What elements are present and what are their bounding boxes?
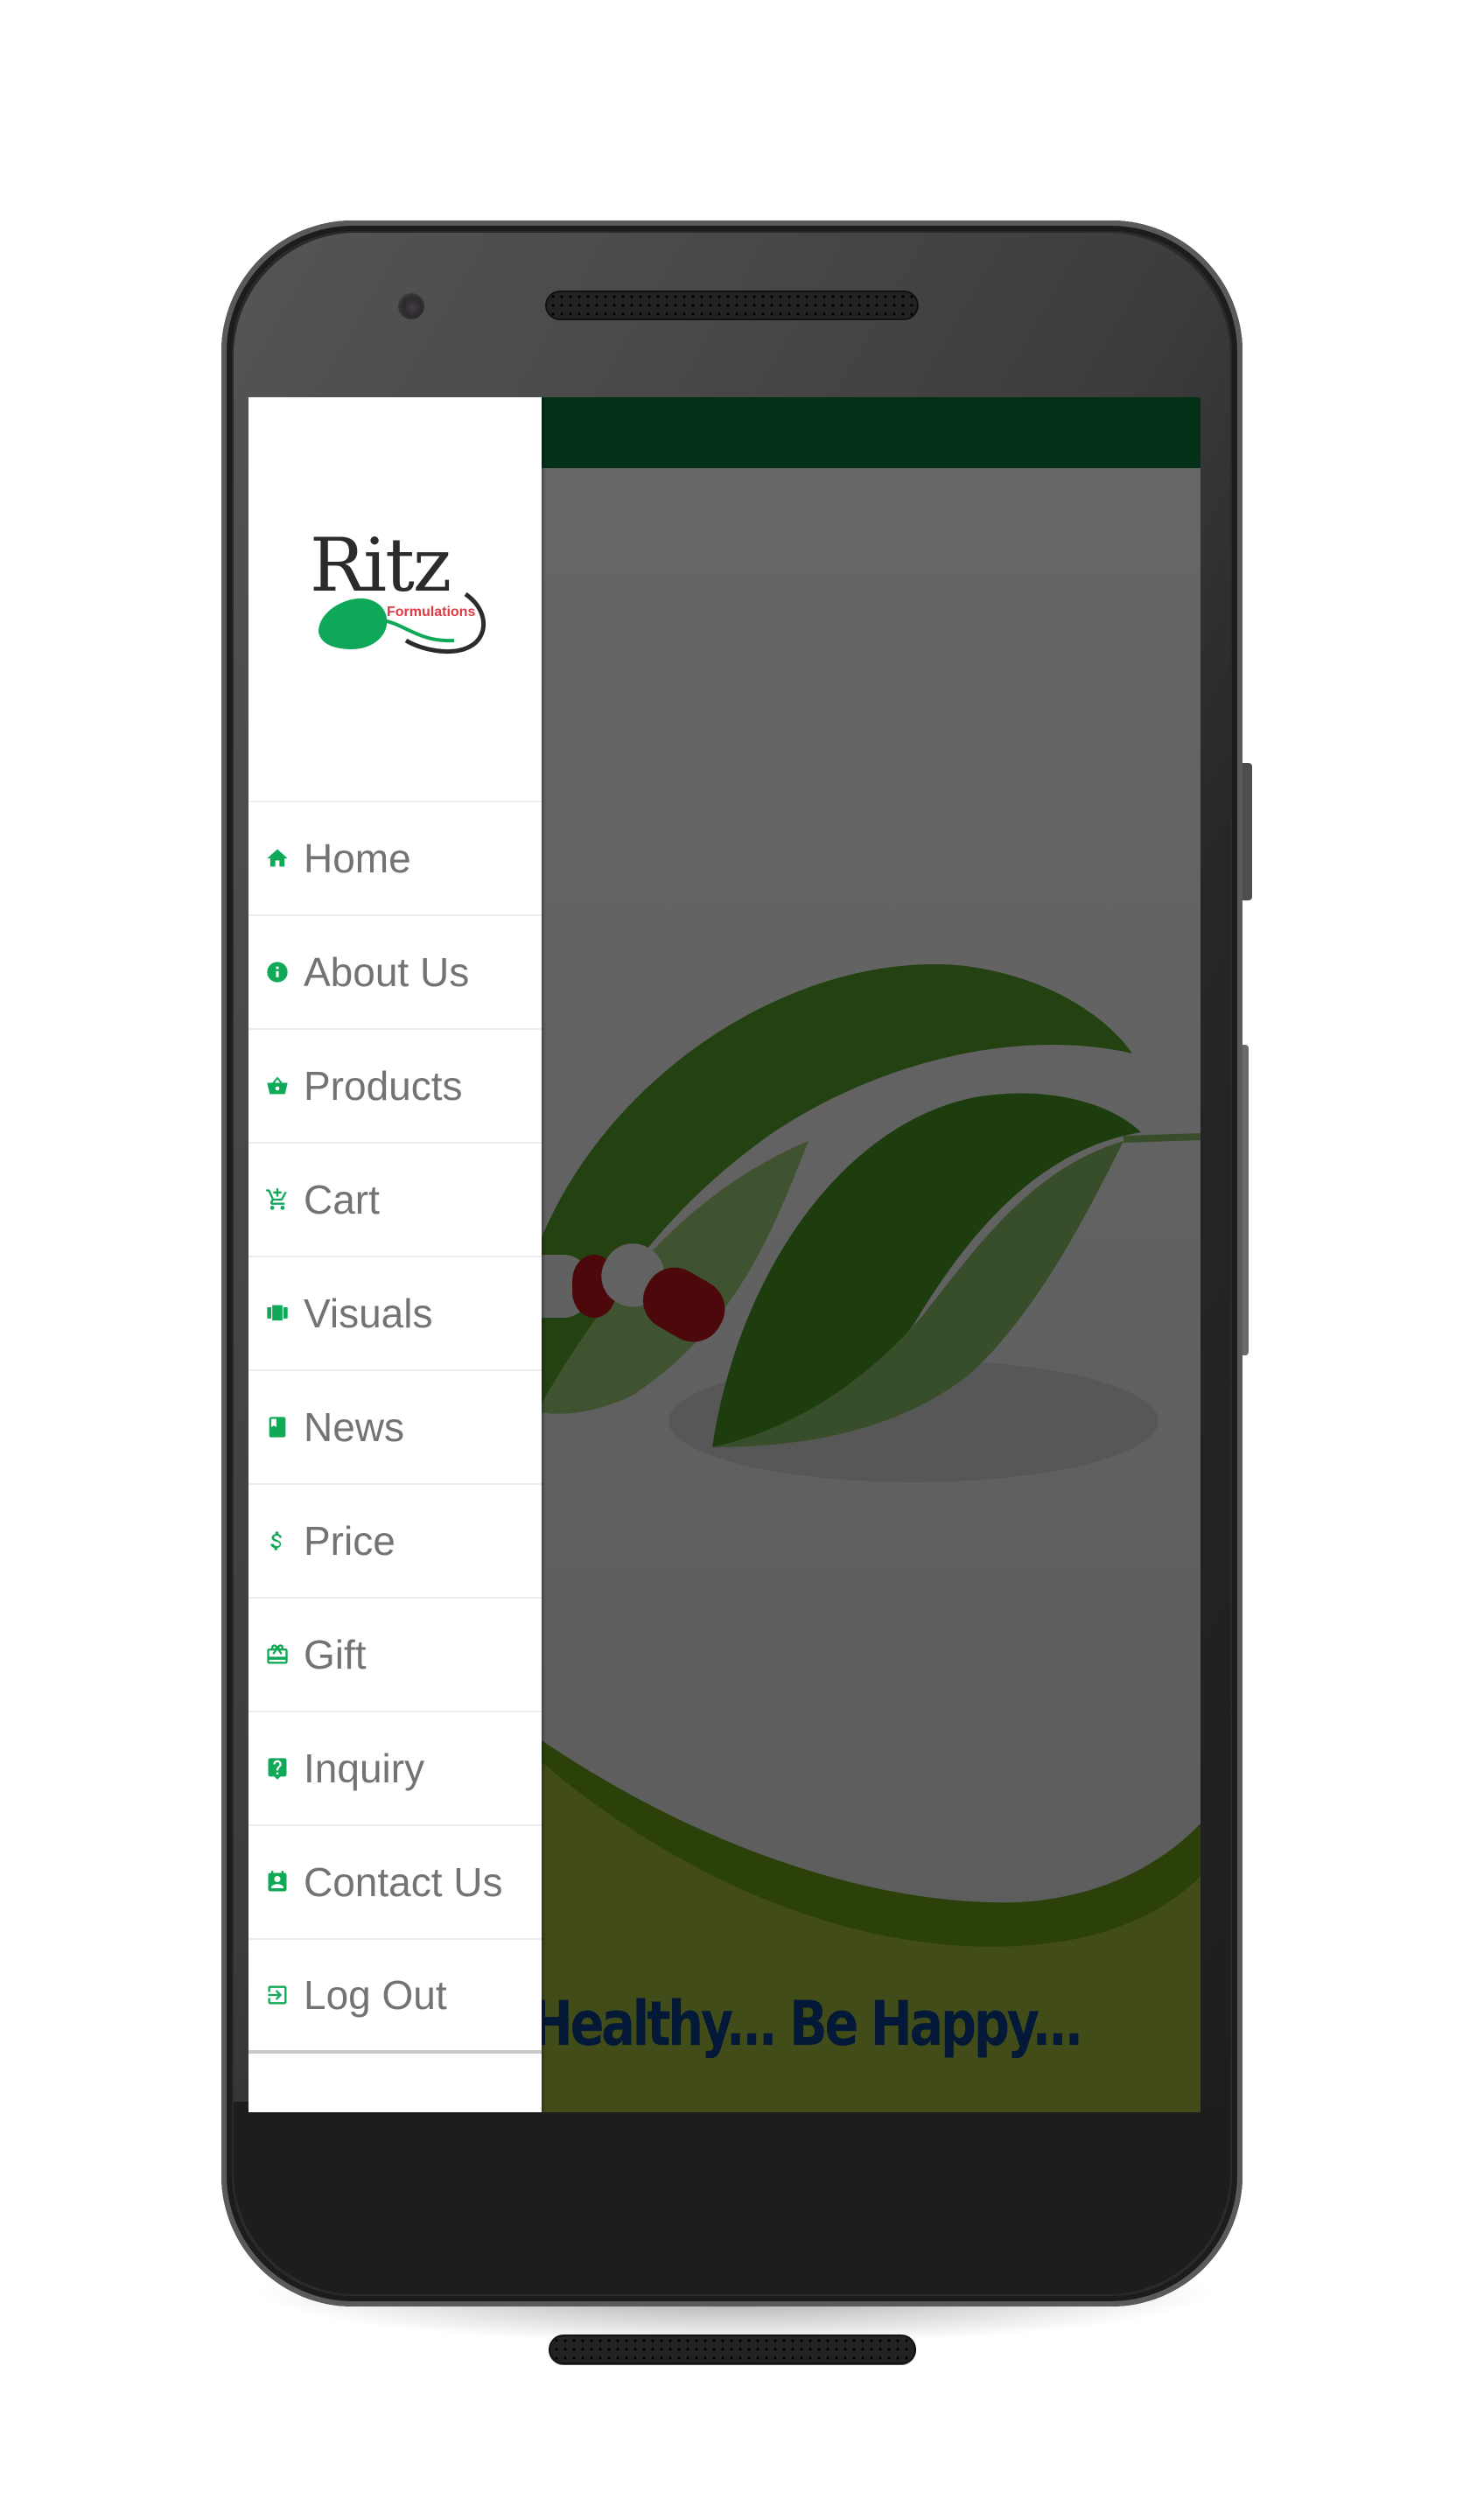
info-icon — [264, 959, 290, 985]
menu-item-label: Gift — [304, 1632, 367, 1677]
menu-item-visuals[interactable]: Visuals — [248, 1257, 542, 1371]
menu-item-products[interactable]: Products — [248, 1030, 542, 1144]
menu-item-label: News — [304, 1404, 405, 1450]
volume-rocker[interactable] — [1242, 1045, 1249, 1355]
carousel-icon — [264, 1300, 290, 1326]
bottom-speaker — [549, 2334, 916, 2364]
menu-item-label: Contact Us — [304, 1859, 503, 1905]
basket-icon — [264, 1073, 290, 1099]
menu-item-label: Price — [304, 1518, 396, 1564]
power-button[interactable] — [1242, 763, 1252, 900]
menu-item-label: Log Out — [304, 1972, 447, 2018]
gift-card-icon — [264, 1642, 290, 1668]
menu-item-cart[interactable]: Cart — [248, 1144, 542, 1257]
book-icon — [264, 1414, 290, 1440]
menu-item-label: Cart — [304, 1177, 380, 1222]
menu-item-label: Home — [304, 836, 411, 881]
menu-item-label: Inquiry — [304, 1746, 425, 1791]
earpiece-speaker — [545, 290, 919, 320]
logo-subtitle: Formulations — [387, 605, 476, 620]
logout-icon — [264, 1982, 290, 2008]
navigation-drawer: Ritz Formulations Home About Us Products… — [248, 397, 542, 2112]
menu-item-log-out[interactable]: Log Out — [248, 1940, 542, 2054]
menu-item-label: Products — [304, 1063, 463, 1109]
cart-add-icon — [264, 1186, 290, 1213]
menu-item-gift[interactable]: Gift — [248, 1599, 542, 1712]
logo-title: Ritz — [310, 522, 452, 608]
drawer-menu: Home About Us Products Cart Visuals News… — [248, 801, 542, 2054]
menu-item-about-us[interactable]: About Us — [248, 916, 542, 1030]
ritz-logo: Ritz Formulations — [310, 528, 494, 660]
menu-item-label: Visuals — [304, 1291, 433, 1336]
dollar-icon — [264, 1528, 290, 1554]
menu-item-price[interactable]: Price — [248, 1485, 542, 1599]
menu-item-inquiry[interactable]: Inquiry — [248, 1712, 542, 1826]
contact-card-icon — [264, 1869, 290, 1895]
phone-screen: Be Healthy... Be Happy... Ritz Formulati… — [248, 397, 1200, 2112]
menu-item-label: About Us — [304, 949, 470, 995]
menu-item-home[interactable]: Home — [248, 802, 542, 916]
front-camera-icon — [398, 293, 424, 319]
home-icon — [264, 845, 290, 872]
menu-item-news[interactable]: News — [248, 1371, 542, 1485]
help-box-icon — [264, 1755, 290, 1782]
menu-item-contact-us[interactable]: Contact Us — [248, 1826, 542, 1940]
phone-lower-bezel — [234, 2102, 1230, 2294]
drawer-header: Ritz Formulations — [248, 397, 542, 801]
